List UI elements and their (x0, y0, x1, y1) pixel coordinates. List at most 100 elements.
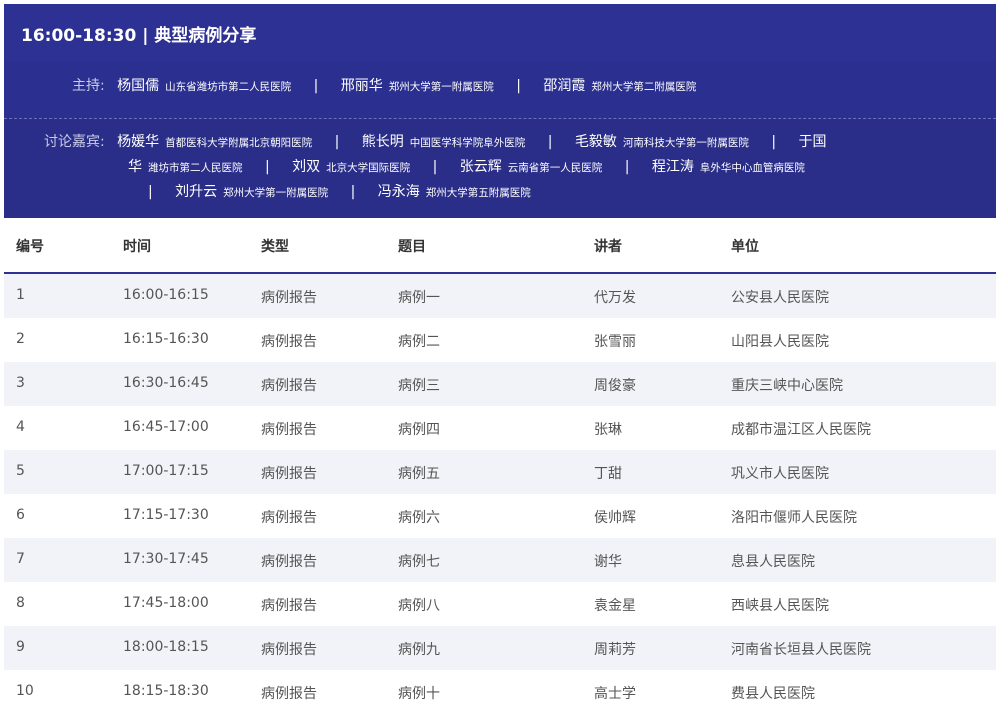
cell-speaker: 代万发 (594, 290, 636, 306)
separator: | (334, 134, 340, 150)
cell-speaker: 侯帅辉 (594, 510, 636, 526)
table-row: 2 16:15-16:30 病例报告 病例二 张雪丽 山阳县人民医院 (4, 318, 996, 362)
cell-speaker: 张琳 (594, 422, 622, 438)
cell-institution: 成都市温江区人民医院 (731, 422, 871, 438)
cell-type: 病例报告 (261, 642, 317, 658)
cell-number: 8 (16, 595, 25, 611)
session-title: 16:00-18:30 | 典型病例分享 (21, 26, 257, 46)
guest-line: 华潍坊市第二人民医院 | 刘双 北京大学国际医院 | 张云辉 云南省第一人民医院 |… (128, 155, 974, 180)
cell-institution: 西峡县人民医院 (731, 598, 829, 614)
cell-number: 3 (16, 375, 25, 391)
host-institution: 郑州大学第一附属医院 (388, 81, 494, 93)
separator: | (350, 184, 356, 200)
host-label: 主持: (72, 78, 105, 94)
cell-time: 18:15-18:30 (123, 683, 209, 699)
separator: | (771, 134, 777, 150)
host-name: 杨国儒 (117, 78, 160, 94)
guest-institution: 河南科技大学第一附属医院 (622, 137, 749, 149)
cell-topic: 病例三 (398, 378, 440, 394)
guest-name: 刘双 (292, 159, 321, 175)
cell-type: 病例报告 (261, 334, 317, 350)
cell-institution: 山阳县人民医院 (731, 334, 829, 350)
table-header: 编号 时间 类型 题目 讲者 单位 (4, 218, 996, 274)
cell-topic: 病例六 (398, 510, 440, 526)
table-row: 7 17:30-17:45 病例报告 病例七 谢华 息县人民医院 (4, 538, 996, 582)
table-row: 1 16:00-16:15 病例报告 病例一 代万发 公安县人民医院 (4, 274, 996, 318)
cell-time: 16:45-17:00 (123, 419, 209, 435)
cell-type: 病例报告 (261, 510, 317, 526)
table-row: 6 17:15-17:30 病例报告 病例六 侯帅辉 洛阳市偃师人民医院 (4, 494, 996, 538)
host-institution: 山东省潍坊市第二人民医院 (165, 81, 292, 93)
host-name: 邢丽华 (340, 78, 383, 94)
table-row: 4 16:45-17:00 病例报告 病例四 张琳 成都市温江区人民医院 (4, 406, 996, 450)
cell-time: 17:15-17:30 (123, 507, 209, 523)
cell-topic: 病例一 (398, 290, 440, 306)
separator: | (313, 78, 319, 94)
column-header-topic: 题目 (398, 239, 426, 255)
cell-topic: 病例九 (398, 642, 440, 658)
guest-label: 讨论嘉宾: (44, 134, 105, 150)
guest-line: 讨论嘉宾: 杨媛华 首都医科大学附属北京朝阳医院 | 熊长明 中国医学科学院阜外医院… (44, 130, 974, 155)
guest-name: 刘升云 (175, 184, 218, 200)
cell-topic: 病例十 (398, 686, 440, 702)
cell-speaker: 高士学 (594, 686, 636, 702)
column-header-type: 类型 (261, 239, 289, 255)
guest-list: 讨论嘉宾: 杨媛华 首都医科大学附属北京朝阳医院 | 熊长明 中国医学科学院阜外医院… (44, 130, 974, 205)
table-row: 9 18:00-18:15 病例报告 病例九 周莉芳 河南省长垣县人民医院 (4, 626, 996, 670)
cell-number: 9 (16, 639, 25, 655)
separator: | (624, 159, 630, 175)
guest-institution: 阜外华中心血管病医院 (699, 162, 805, 174)
separator: | (264, 159, 270, 175)
guest-institution: 北京大学国际医院 (326, 162, 411, 174)
guest-name: 华 (128, 159, 142, 175)
guest-institution: 首都医科大学附属北京朝阳医院 (165, 137, 313, 149)
table-row: 10 18:15-18:30 病例报告 病例十 高士学 费县人民医院 (4, 670, 996, 714)
separator: | (547, 134, 553, 150)
cell-institution: 洛阳市偃师人民医院 (731, 510, 857, 526)
table-row: 8 17:45-18:00 病例报告 病例八 袁金星 西峡县人民医院 (4, 582, 996, 626)
cell-topic: 病例五 (398, 466, 440, 482)
guest-name: 张云辉 (459, 159, 502, 175)
guest-institution: 郑州大学第五附属医院 (425, 187, 531, 199)
cell-type: 病例报告 (261, 466, 317, 482)
cell-number: 5 (16, 463, 25, 479)
guest-name: 杨媛华 (117, 134, 160, 150)
cell-time: 16:15-16:30 (123, 331, 209, 347)
guest-institution: 潍坊市第二人民医院 (148, 162, 243, 174)
cell-institution: 重庆三峡中心医院 (731, 378, 843, 394)
cell-institution: 息县人民医院 (731, 554, 815, 570)
cell-number: 10 (16, 683, 34, 699)
guest-name: 于国 (798, 134, 827, 150)
page: 16:00-18:30 | 典型病例分享 主持: 杨国儒 山东省潍坊市第二人民医院… (0, 0, 1000, 723)
cell-institution: 河南省长垣县人民医院 (731, 642, 871, 658)
cell-time: 16:30-16:45 (123, 375, 209, 391)
title-band: 16:00-18:30 | 典型病例分享 (4, 4, 996, 62)
separator: | (432, 159, 438, 175)
cell-institution: 巩义市人民医院 (731, 466, 829, 482)
cell-topic: 病例八 (398, 598, 440, 614)
cell-speaker: 周俊豪 (594, 378, 636, 394)
guest-line: | 刘升云 郑州大学第一附属医院 | 冯永海 郑州大学第五附属医院 (104, 180, 974, 205)
cell-time: 17:00-17:15 (123, 463, 209, 479)
cell-type: 病例报告 (261, 378, 317, 394)
table-row: 3 16:30-16:45 病例报告 病例三 周俊豪 重庆三峡中心医院 (4, 362, 996, 406)
column-header-number: 编号 (16, 239, 44, 255)
cell-institution: 公安县人民医院 (731, 290, 829, 306)
guest-institution: 云南省第一人民医院 (507, 162, 603, 174)
cell-time: 18:00-18:15 (123, 639, 209, 655)
guest-name: 毛毅敏 (574, 134, 617, 150)
cell-topic: 病例二 (398, 334, 440, 350)
cell-speaker: 谢华 (594, 554, 622, 570)
host-institution: 郑州大学第二附属医院 (591, 81, 697, 93)
cell-time: 17:45-18:00 (123, 595, 209, 611)
column-header-time: 时间 (123, 239, 151, 255)
cell-time: 16:00-16:15 (123, 287, 209, 303)
cell-topic: 病例四 (398, 422, 440, 438)
cell-number: 4 (16, 419, 25, 435)
host-list: 主持: 杨国儒 山东省潍坊市第二人民医院 | 邢丽华 郑州大学第一附属医院 | 邵润… (72, 74, 696, 99)
cell-number: 7 (16, 551, 25, 567)
cell-type: 病例报告 (261, 554, 317, 570)
guest-name: 冯永海 (377, 184, 420, 200)
column-header-speaker: 讲者 (594, 239, 622, 255)
cell-type: 病例报告 (261, 422, 317, 438)
